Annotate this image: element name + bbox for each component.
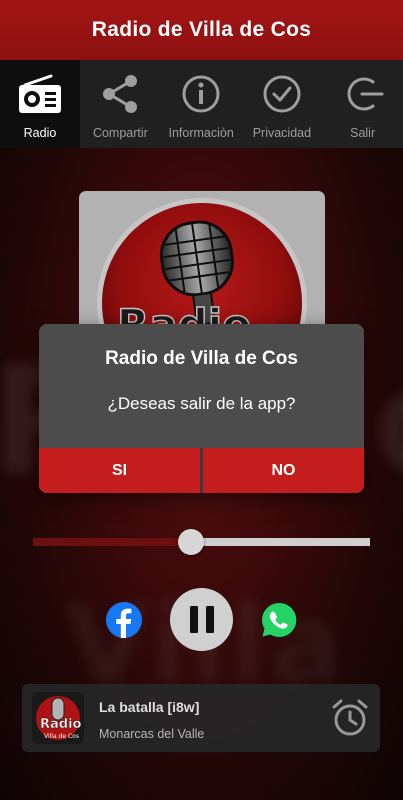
- song-artist: Monarcas del Valle: [99, 727, 205, 741]
- tab-bar: Radio Compartir Informaciòn Privacidad S…: [0, 60, 403, 148]
- seek-progress: [33, 538, 192, 546]
- radio-microphone-logo: Radio: [97, 198, 307, 341]
- tab-compartir[interactable]: Compartir: [80, 60, 161, 148]
- whatsapp-icon[interactable]: [260, 601, 298, 639]
- pause-icon: [189, 606, 198, 633]
- tab-informacion[interactable]: Informaciòn: [161, 60, 242, 148]
- thumbnail-logo-subtext: Villa de Cos: [44, 733, 79, 740]
- exit-icon: [347, 77, 384, 111]
- station-thumbnail: Radio Villa de Cos: [32, 692, 84, 744]
- alarm-clock-icon[interactable]: [330, 698, 370, 738]
- yes-button[interactable]: SI: [39, 448, 200, 493]
- tab-radio[interactable]: Radio: [0, 60, 80, 148]
- station-logo-card: Radio: [79, 191, 325, 341]
- seek-thumb[interactable]: [178, 529, 205, 555]
- tab-label: Radio: [23, 126, 57, 140]
- seek-bar[interactable]: [33, 529, 370, 555]
- no-button[interactable]: NO: [203, 448, 364, 493]
- now-playing-card[interactable]: Radio Villa de Cos La batalla [i8w] Mona…: [22, 684, 380, 752]
- facebook-icon[interactable]: [106, 602, 142, 638]
- pause-button[interactable]: [170, 588, 233, 651]
- app-title-bar: Radio de Villa de Cos: [0, 0, 403, 60]
- check-circle-icon: [263, 75, 301, 113]
- exit-dialog: Radio de Villa de Cos ¿Deseas salir de l…: [39, 324, 364, 493]
- tab-label: Informaciòn: [168, 126, 234, 140]
- tab-privacidad[interactable]: Privacidad: [242, 60, 323, 148]
- station-thumbnail-logo: Radio Villa de Cos: [36, 696, 82, 740]
- radio-icon: [19, 74, 61, 113]
- tab-label: Salir: [350, 126, 376, 140]
- tab-salir[interactable]: Salir: [322, 60, 403, 148]
- dialog-message: ¿Deseas salir de la app?: [107, 394, 296, 413]
- tab-label: Compartir: [92, 126, 148, 140]
- tab-label: Privacidad: [252, 126, 312, 140]
- pause-icon-bar: [205, 606, 214, 633]
- dialog-buttons: SI NO: [39, 448, 364, 493]
- song-title: La batalla [i8w]: [99, 699, 200, 715]
- thumbnail-logo-text: Radio: [40, 717, 82, 732]
- share-icon: [103, 75, 138, 113]
- dialog-title: Radio de Villa de Cos: [105, 348, 298, 369]
- info-icon: [182, 75, 220, 113]
- app-title: Radio de Villa de Cos: [91, 18, 312, 41]
